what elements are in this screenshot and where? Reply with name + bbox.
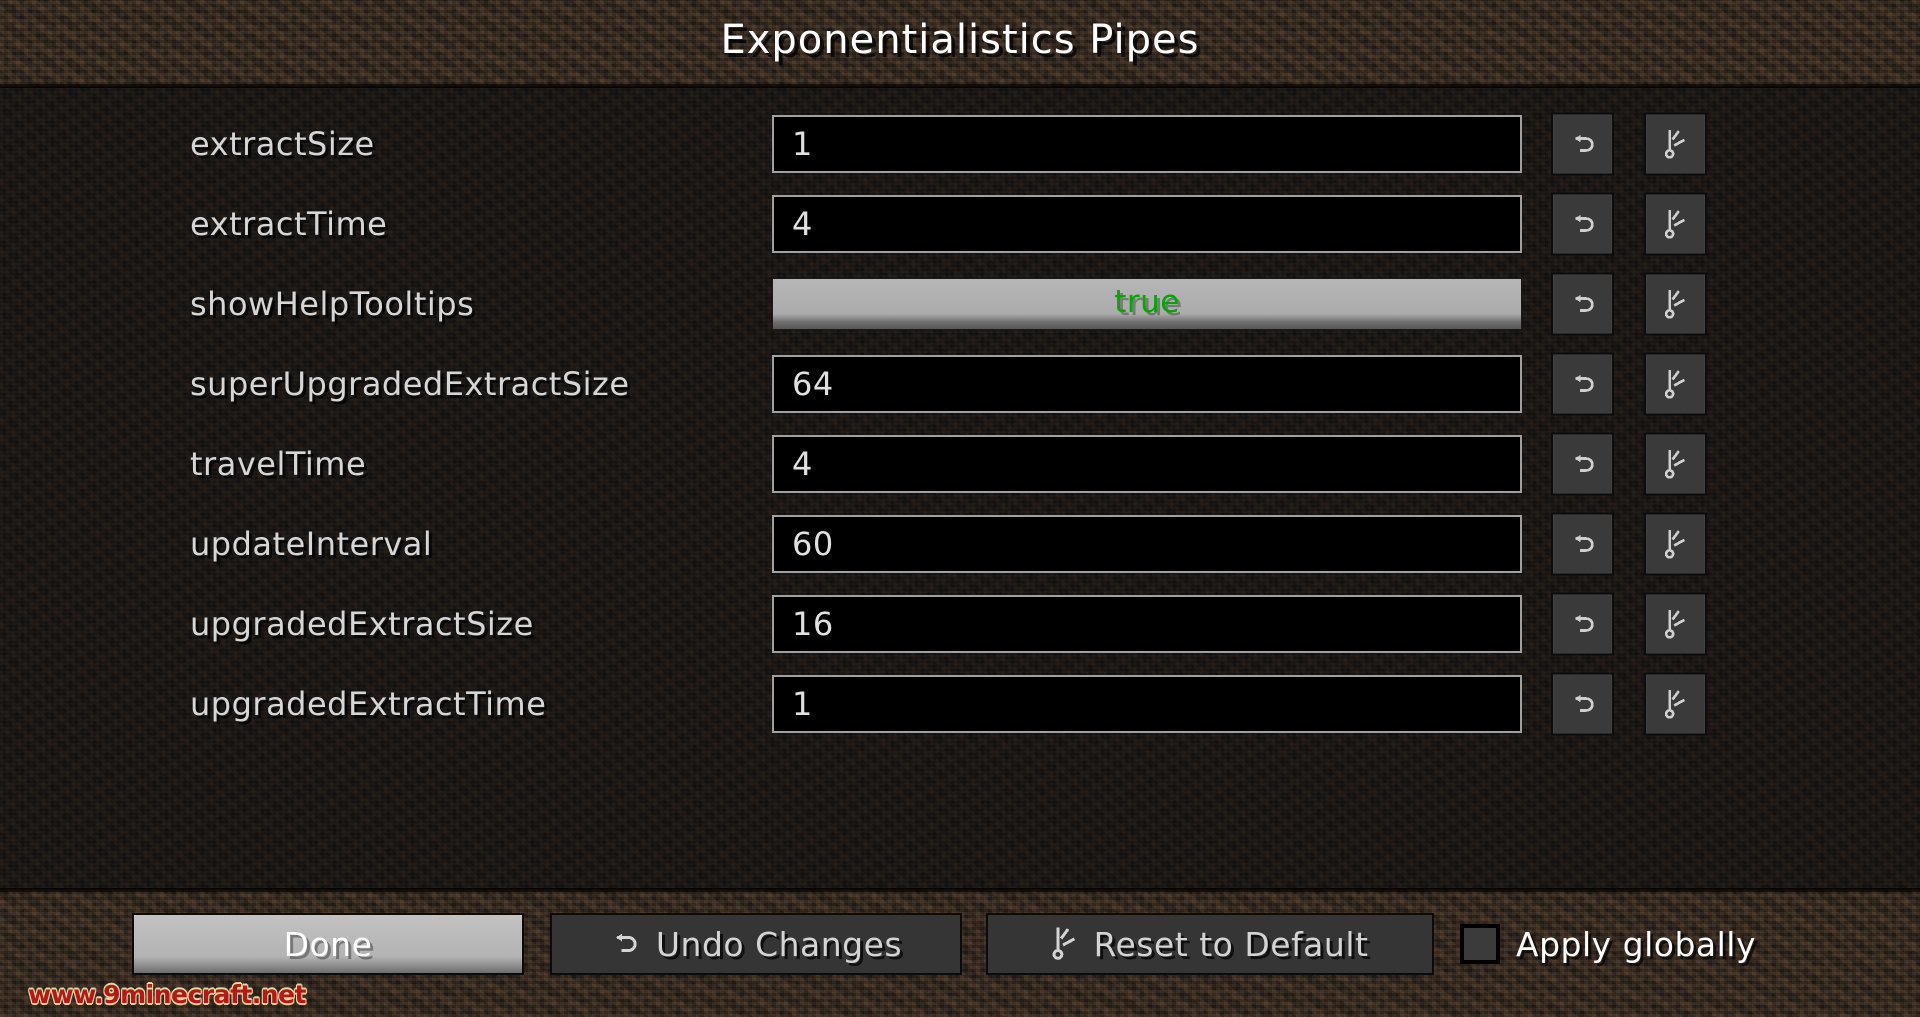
reset-wand-icon: [1664, 369, 1688, 399]
reset-wand-icon: [1664, 449, 1688, 479]
option-row: extractSize 1: [0, 104, 1920, 184]
option-value: 64: [792, 365, 834, 403]
option-label-extractTime: extractTime: [190, 205, 388, 243]
row-reset-button-extractTime[interactable]: [1644, 192, 1707, 256]
option-label-extractSize: extractSize: [190, 125, 375, 163]
option-label-updateInterval: updateInterval: [190, 525, 433, 563]
option-row: extractTime 4: [0, 184, 1920, 264]
row-undo-button-upgradedExtractSize[interactable]: [1551, 592, 1614, 656]
option-label-travelTime: travelTime: [190, 445, 367, 483]
reset-wand-icon: [1664, 129, 1688, 159]
undo-arrow-icon: [1569, 533, 1597, 555]
undo-arrow-icon: [610, 932, 640, 956]
option-input-updateInterval[interactable]: 60: [772, 515, 1522, 573]
option-input-extractSize[interactable]: 1: [772, 115, 1522, 173]
option-input-extractTime[interactable]: 4: [772, 195, 1522, 253]
row-undo-button-travelTime[interactable]: [1551, 432, 1614, 496]
reset-wand-icon: [1052, 927, 1078, 961]
row-undo-button-upgradedExtractTime[interactable]: [1551, 672, 1614, 736]
option-label-showHelpTooltips: showHelpTooltips: [190, 285, 475, 323]
option-row: updateInterval 60: [0, 504, 1920, 584]
option-row: showHelpTooltips true: [0, 264, 1920, 344]
option-toggle-showHelpTooltips[interactable]: true: [772, 278, 1522, 330]
option-value: 4: [792, 445, 813, 483]
row-reset-button-extractSize[interactable]: [1644, 112, 1707, 176]
reset-wand-icon: [1664, 529, 1688, 559]
reset-wand-icon: [1664, 609, 1688, 639]
footer-toolbar: Done Undo Changes Reset to Default Apply…: [0, 888, 1920, 1017]
row-reset-button-upgradedExtractSize[interactable]: [1644, 592, 1707, 656]
row-undo-button-updateInterval[interactable]: [1551, 512, 1614, 576]
option-input-travelTime[interactable]: 4: [772, 435, 1522, 493]
option-value: true: [1114, 284, 1180, 320]
row-undo-button-extractTime[interactable]: [1551, 192, 1614, 256]
undo-arrow-icon: [1569, 453, 1597, 475]
option-row: travelTime 4: [0, 424, 1920, 504]
row-undo-button-superUpgradedExtractSize[interactable]: [1551, 352, 1614, 416]
option-input-upgradedExtractTime[interactable]: 1: [772, 675, 1522, 733]
option-row: upgradedExtractSize 16: [0, 584, 1920, 664]
title-bar: Exponentialistics Pipes: [0, 0, 1920, 88]
options-panel: extractSize 1 extractTime 4 showHelpTooltips…: [0, 88, 1920, 888]
reset-wand-icon: [1664, 209, 1688, 239]
option-input-superUpgradedExtractSize[interactable]: 64: [772, 355, 1522, 413]
undo-arrow-icon: [1569, 213, 1597, 235]
option-label-upgradedExtractTime: upgradedExtractTime: [190, 685, 547, 723]
option-row: superUpgradedExtractSize 64: [0, 344, 1920, 424]
reset-wand-icon: [1664, 289, 1688, 319]
row-reset-button-updateInterval[interactable]: [1644, 512, 1707, 576]
undo-changes-label: Undo Changes: [655, 924, 903, 964]
undo-arrow-icon: [1569, 613, 1597, 635]
undo-changes-button[interactable]: Undo Changes: [550, 913, 962, 975]
option-value: 1: [792, 125, 813, 163]
undo-arrow-icon: [1569, 693, 1597, 715]
checkbox-box[interactable]: [1460, 924, 1500, 964]
option-label-upgradedExtractSize: upgradedExtractSize: [190, 605, 534, 643]
site-watermark: www.9minecraft.net: [28, 980, 307, 1009]
reset-wand-icon: [1664, 689, 1688, 719]
apply-globally-checkbox[interactable]: Apply globally: [1460, 913, 1756, 975]
option-value: 4: [792, 205, 813, 243]
reset-to-default-label: Reset to Default: [1093, 924, 1369, 964]
option-value: 16: [792, 605, 834, 643]
reset-to-default-button[interactable]: Reset to Default: [986, 913, 1434, 975]
option-row: upgradedExtractTime 1: [0, 664, 1920, 744]
done-button[interactable]: Done: [132, 913, 524, 975]
option-value: 60: [792, 525, 834, 563]
option-input-upgradedExtractSize[interactable]: 16: [772, 595, 1522, 653]
done-button-label: Done: [283, 924, 373, 964]
option-list: extractSize 1 extractTime 4 showHelpTooltips…: [0, 104, 1920, 744]
row-reset-button-showHelpTooltips[interactable]: [1644, 272, 1707, 336]
row-reset-button-upgradedExtractTime[interactable]: [1644, 672, 1707, 736]
apply-globally-label: Apply globally: [1516, 924, 1756, 964]
row-reset-button-travelTime[interactable]: [1644, 432, 1707, 496]
row-undo-button-showHelpTooltips[interactable]: [1551, 272, 1614, 336]
option-value: 1: [792, 685, 813, 723]
config-screen: Exponentialistics Pipes extractSize 1 extr…: [0, 0, 1920, 1017]
option-label-superUpgradedExtractSize: superUpgradedExtractSize: [190, 365, 630, 403]
row-undo-button-extractSize[interactable]: [1551, 112, 1614, 176]
undo-arrow-icon: [1569, 133, 1597, 155]
row-reset-button-superUpgradedExtractSize[interactable]: [1644, 352, 1707, 416]
page-title: Exponentialistics Pipes: [720, 17, 1200, 63]
undo-arrow-icon: [1569, 293, 1597, 315]
undo-arrow-icon: [1569, 373, 1597, 395]
